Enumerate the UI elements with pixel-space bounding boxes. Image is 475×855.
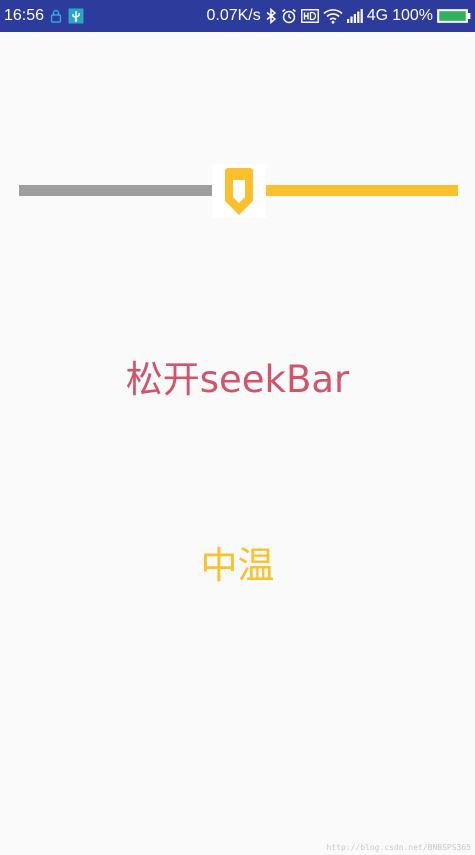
usb-icon <box>68 8 84 24</box>
thumb-marker-icon <box>225 168 253 215</box>
battery-icon <box>437 9 471 23</box>
hd-icon <box>300 9 319 23</box>
status-time: 16:56 <box>4 7 45 24</box>
release-seekbar-label: 松开seekBar <box>125 358 350 401</box>
bluetooth-icon <box>265 8 277 24</box>
alarm-icon <box>281 8 297 24</box>
seekbar-progress-track <box>19 185 212 196</box>
signal-icon <box>346 9 363 23</box>
status-bar-right: 0.07K/s 4G 100% <box>206 0 471 32</box>
lock-icon <box>50 9 62 23</box>
status-bar-left: 16:56 <box>4 0 84 32</box>
wifi-icon <box>323 8 343 24</box>
network-type: 4G <box>366 7 389 24</box>
temperature-seekbar[interactable] <box>19 164 458 218</box>
seekbar-remaining-track <box>266 185 458 196</box>
status-bar: 16:56 0.07K/s 4G 100% <box>0 0 475 32</box>
battery-percent: 100% <box>392 7 433 24</box>
network-speed: 0.07K/s <box>206 7 261 24</box>
watermark-text: http://blog.csdn.net/BNBSPS365 <box>326 843 472 852</box>
temperature-level-label: 中温 <box>200 544 275 587</box>
seekbar-thumb[interactable] <box>212 164 266 218</box>
